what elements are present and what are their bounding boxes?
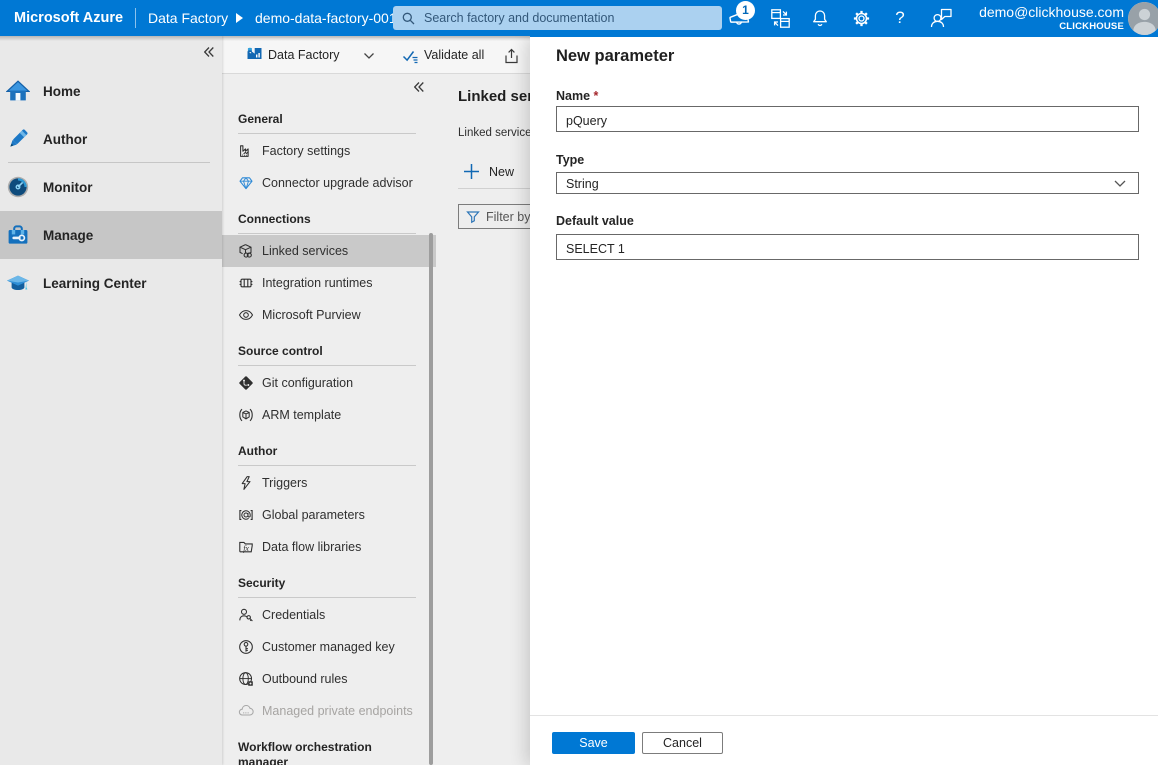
svg-text:fx: fx (243, 544, 249, 553)
